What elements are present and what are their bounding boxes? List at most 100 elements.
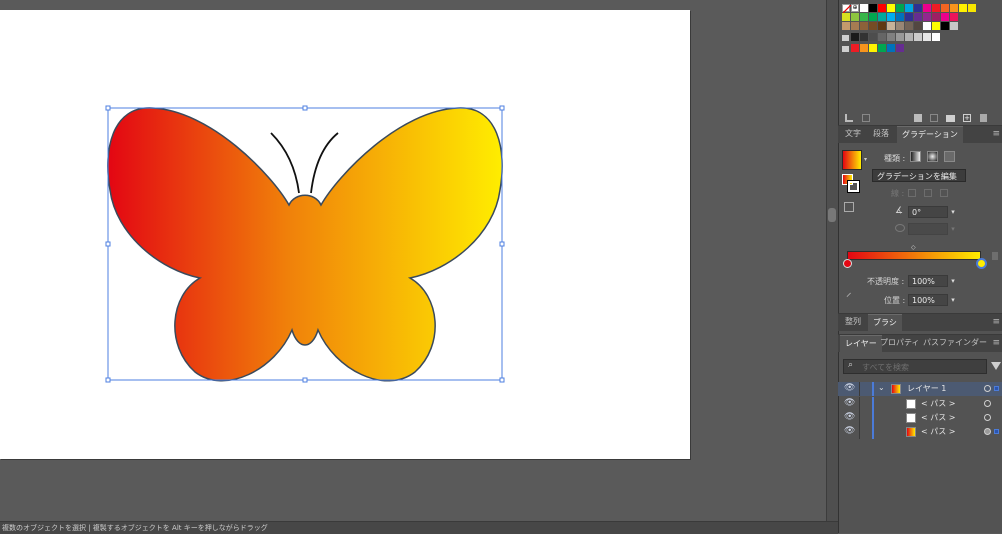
visibility-eye-icon[interactable]: 👁 (844, 412, 855, 422)
color-swatch[interactable] (878, 13, 886, 21)
color-swatch[interactable] (869, 44, 877, 52)
gradient-stop-start[interactable] (843, 259, 852, 268)
color-swatch[interactable] (887, 33, 895, 41)
color-swatch[interactable] (968, 4, 976, 12)
swatch-options-icon[interactable] (914, 114, 922, 122)
color-swatch[interactable] (878, 4, 886, 12)
swatch-kinds-icon[interactable] (862, 114, 870, 122)
aspect-dropdown-icon[interactable]: ▾ (948, 223, 958, 235)
gradient-preview-swatch[interactable] (842, 150, 862, 170)
color-swatch[interactable] (923, 4, 931, 12)
color-swatch[interactable] (869, 33, 877, 41)
target-circle-icon[interactable] (984, 414, 991, 421)
stroke-within-icon[interactable] (908, 189, 916, 197)
color-swatch[interactable] (878, 22, 886, 30)
color-swatch[interactable] (941, 4, 949, 12)
color-swatch[interactable] (923, 33, 931, 41)
color-swatch[interactable] (869, 22, 877, 30)
new-swatch-icon[interactable]: + (963, 114, 971, 122)
selection-indicator[interactable] (994, 386, 999, 391)
scrollbar-thumb[interactable] (828, 208, 836, 222)
sublayer-row[interactable]: 👁 < パス > (838, 425, 1002, 439)
color-swatch[interactable] (914, 13, 922, 21)
color-swatch[interactable] (950, 22, 958, 30)
color-swatch[interactable] (887, 13, 895, 21)
color-swatch[interactable] (860, 33, 868, 41)
color-swatch[interactable] (896, 44, 904, 52)
stroke-across-icon[interactable] (940, 189, 948, 197)
color-swatch[interactable] (842, 13, 850, 21)
swatch-group-folder-icon-2[interactable] (842, 35, 849, 41)
delete-stop-icon[interactable] (992, 252, 998, 260)
gradient-stop-end[interactable] (976, 258, 987, 269)
align-panel-menu-icon[interactable]: ≡ (992, 317, 1000, 327)
target-circle-icon[interactable] (984, 428, 991, 435)
edit-gradient-button[interactable]: グラデーションを編集 (872, 169, 966, 182)
target-circle-icon[interactable] (984, 400, 991, 407)
color-swatch[interactable] (905, 4, 913, 12)
color-swatch[interactable] (896, 33, 904, 41)
visibility-eye-icon[interactable]: 👁 (844, 383, 855, 393)
tab-character[interactable]: 文字 (840, 126, 866, 142)
filter-icon[interactable] (991, 362, 1001, 370)
sublayer-row[interactable]: 👁 < パス > (838, 411, 1002, 425)
tab-paragraph[interactable]: 段落 (868, 126, 894, 142)
color-swatch[interactable] (959, 4, 967, 12)
artwork-layer[interactable] (0, 0, 826, 521)
color-swatch[interactable] (932, 22, 940, 30)
color-swatch[interactable] (878, 33, 886, 41)
antenna-left[interactable] (270, 132, 300, 194)
opacity-field[interactable]: 100% (908, 275, 948, 287)
tab-brush[interactable]: ブラシ (868, 314, 902, 331)
color-swatch[interactable] (887, 22, 895, 30)
freeform-gradient-button[interactable] (944, 151, 955, 162)
radial-gradient-button[interactable] (927, 151, 938, 162)
panel-menu-icon[interactable]: ≡ (992, 129, 1000, 139)
color-swatch[interactable] (860, 44, 868, 52)
swatch-group-folder-icon-3[interactable] (842, 46, 849, 52)
color-swatch[interactable] (905, 13, 913, 21)
color-swatch[interactable] (923, 22, 931, 30)
tab-pathfinder[interactable]: パスファインダー (918, 335, 992, 351)
color-swatch[interactable] (878, 44, 886, 52)
color-swatch[interactable] (941, 22, 949, 30)
layers-panel-menu-icon[interactable]: ≡ (992, 338, 1000, 348)
layers-search-box[interactable]: ⌕ すべてを検索 (843, 359, 987, 374)
color-swatch[interactable] (851, 22, 859, 30)
visibility-eye-icon[interactable]: 👁 (844, 426, 855, 436)
color-swatch[interactable] (869, 13, 877, 21)
location-field[interactable]: 100% (908, 294, 948, 306)
color-swatch[interactable] (851, 13, 859, 21)
aspect-ratio-field[interactable] (908, 223, 948, 235)
midpoint-diamond-icon[interactable]: ◇ (911, 244, 916, 251)
color-group-icon[interactable] (930, 114, 938, 122)
color-swatch[interactable] (896, 22, 904, 30)
color-swatch[interactable] (932, 13, 940, 21)
color-swatch[interactable] (941, 13, 949, 21)
opacity-dropdown-icon[interactable]: ▾ (948, 275, 958, 287)
color-swatch[interactable] (887, 44, 895, 52)
color-swatch[interactable] (887, 4, 895, 12)
gradient-slider-bar[interactable] (847, 251, 981, 260)
none-swatch-icon[interactable] (842, 4, 851, 13)
tab-gradient[interactable]: グラデーション (897, 126, 963, 143)
sublayer-row[interactable]: 👁 < パス > (838, 397, 1002, 411)
fill-stroke-icon[interactable] (842, 174, 860, 193)
color-swatch[interactable] (851, 33, 859, 41)
color-swatch[interactable] (932, 4, 940, 12)
target-circle-icon[interactable] (984, 385, 991, 392)
angle-dropdown-icon[interactable]: ▾ (948, 206, 958, 218)
visibility-eye-icon[interactable]: 👁 (844, 398, 855, 408)
expand-chevron-icon[interactable]: ⌄ (878, 383, 885, 392)
color-swatch[interactable] (896, 4, 904, 12)
color-swatch[interactable] (950, 13, 958, 21)
selection-indicator[interactable] (994, 429, 999, 434)
new-group-folder-icon[interactable] (946, 115, 955, 122)
antenna-right[interactable] (310, 132, 339, 194)
tab-align[interactable]: 整列 (840, 314, 866, 330)
color-swatch[interactable] (860, 4, 868, 12)
color-swatch[interactable] (851, 44, 859, 52)
linear-gradient-button[interactable] (910, 151, 921, 162)
butterfly-shape[interactable] (107, 107, 503, 382)
layer-row[interactable]: 👁 ⌄ レイヤー 1 (838, 382, 1002, 396)
